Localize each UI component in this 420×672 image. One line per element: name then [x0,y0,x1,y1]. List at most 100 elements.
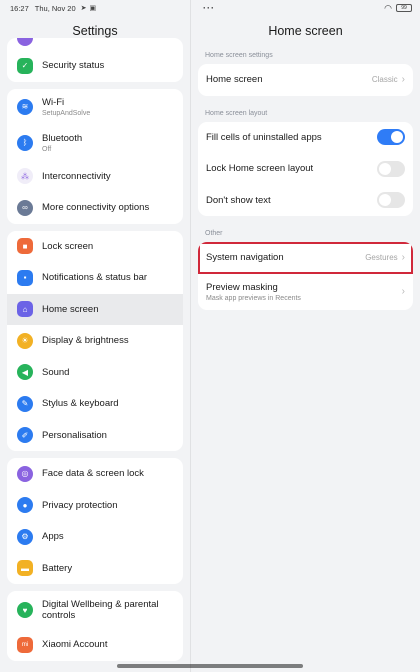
sidebar-item-interconnectivity[interactable]: ⁂ Interconnectivity [7,161,183,193]
sidebar-item-label: More connectivity options [42,202,150,214]
toggle-knob [379,194,391,207]
image-icon: ▣ [89,5,97,12]
battery-icon: ▬ [17,560,33,577]
card-home-screen-layout: Fill cells of uninstalled apps Lock Home… [198,121,413,217]
sidebar-item-label: Wi-Fi [42,96,65,108]
interconnectivity-icon: ⁂ [17,168,33,185]
sidebar-item-label: Face data & screen lock [42,468,144,480]
sidebar-item-sound[interactable]: ◀ Sound [7,357,183,389]
home-screen-value: Classic [371,75,398,85]
notification-icon: ▪ [17,269,33,286]
preview-masking-sub: Mask app previews in Recents [206,294,301,302]
shield-icon: ✓ [17,57,33,74]
sidebar-item-label: Bluetooth [42,132,83,144]
toggle-knob [379,162,391,175]
sidebar-item-apps[interactable]: ⚙ Apps [7,521,183,553]
home-screen-label: Home screen [206,74,263,86]
card-connectivity: ≋ Wi-Fi SetupAndSolve ᛒ Bluetooth Off ⁂ … [7,88,183,224]
system-navigation-label: System navigation [206,252,284,264]
wifi-icon: ≋ [17,98,33,115]
sidebar-item-label: Sound [42,366,70,378]
status-bar: 16:27 Thu, Nov 20 ➤ ▣ [0,0,190,16]
sidebar-item-lock-screen[interactable]: ■ Lock screen [7,231,183,263]
bluetooth-icon: ᛒ [17,134,33,151]
home-screen-panel: ··· ◠ 99 Home screen Home screen setting… [191,0,420,672]
card-security-apps: ◎ Face data & screen lock ● Privacy prot… [7,458,183,584]
dont-show-text-row: Don't show text [198,185,413,217]
status-time: 16:27 [10,3,29,13]
sidebar-item-label: Display & brightness [42,335,129,347]
more-dots-icon[interactable]: ··· [203,3,215,13]
right-status-bar: ··· ◠ 99 [191,0,420,16]
gesture-home-bar[interactable] [117,664,303,668]
sidebar-item-home-screen[interactable]: ⌂ Home screen [7,293,183,325]
sidebar-item-label: Notifications & status bar [42,272,148,284]
system-navigation-option[interactable]: System navigation Gestures › [198,242,413,274]
dont-show-text-label: Don't show text [206,194,271,206]
sun-icon: ☀ [17,332,33,349]
fill-cells-label: Fill cells of uninstalled apps [206,131,322,143]
fill-cells-row: Fill cells of uninstalled apps [198,122,413,154]
sidebar-item-label: Apps [42,531,64,543]
settings-sidebar: 16:27 Thu, Nov 20 ➤ ▣ Settings ✓ Securit… [0,0,190,672]
lock-icon: ■ [17,238,33,255]
send-icon: ➤ [80,5,87,12]
preview-masking-option[interactable]: Preview masking Mask app previews in Rec… [198,274,413,310]
chevron-right-icon: › [401,74,405,86]
sidebar-item-digital-wellbeing[interactable]: ♥ Digital Wellbeing & parental controls [7,591,183,629]
lock-layout-row: Lock Home screen layout [198,153,413,185]
card-home-screen-settings: Home screen Classic › [198,64,413,96]
section-home-screen-layout: Home screen layout [205,109,268,117]
home-icon: ⌂ [17,301,33,318]
card-account: ♥ Digital Wellbeing & parental controls … [7,591,183,661]
toggle-knob [391,131,403,144]
sidebar-item-battery[interactable]: ▬ Battery [7,553,183,585]
sidebar-item-label: Home screen [42,303,99,315]
fingerprint-icon: ◎ [17,465,33,482]
chevron-right-icon: › [401,286,405,297]
sidebar-item-xiaomi-account[interactable]: mi Xiaomi Account [7,629,183,661]
dont-show-text-toggle[interactable] [377,192,405,209]
privacy-icon: ● [17,497,33,514]
sidebar-item-display[interactable]: ☀ Display & brightness [7,325,183,357]
sidebar-item-label: Personalisation [42,429,107,441]
mi-icon: mi [17,636,33,653]
connectivity-icon: ∞ [17,199,33,216]
sidebar-item-bluetooth[interactable]: ᛒ Bluetooth Off [7,125,183,161]
gear-icon: ⚙ [17,528,33,545]
chevron-right-icon: › [401,252,405,264]
wellbeing-icon: ♥ [17,602,33,618]
sidebar-item-wifi[interactable]: ≋ Wi-Fi SetupAndSolve [7,89,183,125]
sidebar-item-label: Interconnectivity [42,170,111,182]
wifi-status-icon: ◠ [384,2,392,13]
sidebar-item-label: Digital Wellbeing & parental controls [42,599,159,621]
bluetooth-status: Off [42,145,52,153]
sound-icon: ◀ [17,364,33,381]
sidebar-item-label: Lock screen [42,240,94,252]
home-screen-option[interactable]: Home screen Classic › [198,64,413,96]
wifi-network-name: SetupAndSolve [42,109,91,117]
page-title: Home screen [268,24,343,38]
battery-status-icon: 99 [396,4,412,12]
stylus-icon: ✎ [17,395,33,412]
preview-masking-label: Preview masking [206,281,278,293]
sidebar-item-stylus[interactable]: ✎ Stylus & keyboard [7,388,183,420]
battery-level: 99 [401,5,407,11]
section-home-screen-settings: Home screen settings [205,52,273,59]
lock-layout-toggle[interactable] [377,160,405,177]
sidebar-item-privacy[interactable]: ● Privacy protection [7,490,183,522]
card-other: System navigation Gestures › Preview mas… [198,242,413,310]
brush-icon: ✐ [17,427,33,444]
sidebar-item-label: Stylus & keyboard [42,398,119,410]
status-date: Thu, Nov 20 [34,3,76,13]
sidebar-item-notifications[interactable]: ▪ Notifications & status bar [7,262,183,294]
sidebar-item-more-connectivity[interactable]: ∞ More connectivity options [7,192,183,224]
system-navigation-value: Gestures [365,253,398,263]
clipped-icon [17,38,33,46]
lock-layout-label: Lock Home screen layout [206,163,314,175]
fill-cells-toggle[interactable] [377,129,405,146]
sidebar-item-personalisation[interactable]: ✐ Personalisation [7,420,183,452]
sidebar-item-security-status[interactable]: ✓ Security status [7,50,183,82]
sidebar-item-label: Battery [42,562,73,574]
sidebar-item-face-data[interactable]: ◎ Face data & screen lock [7,458,183,490]
